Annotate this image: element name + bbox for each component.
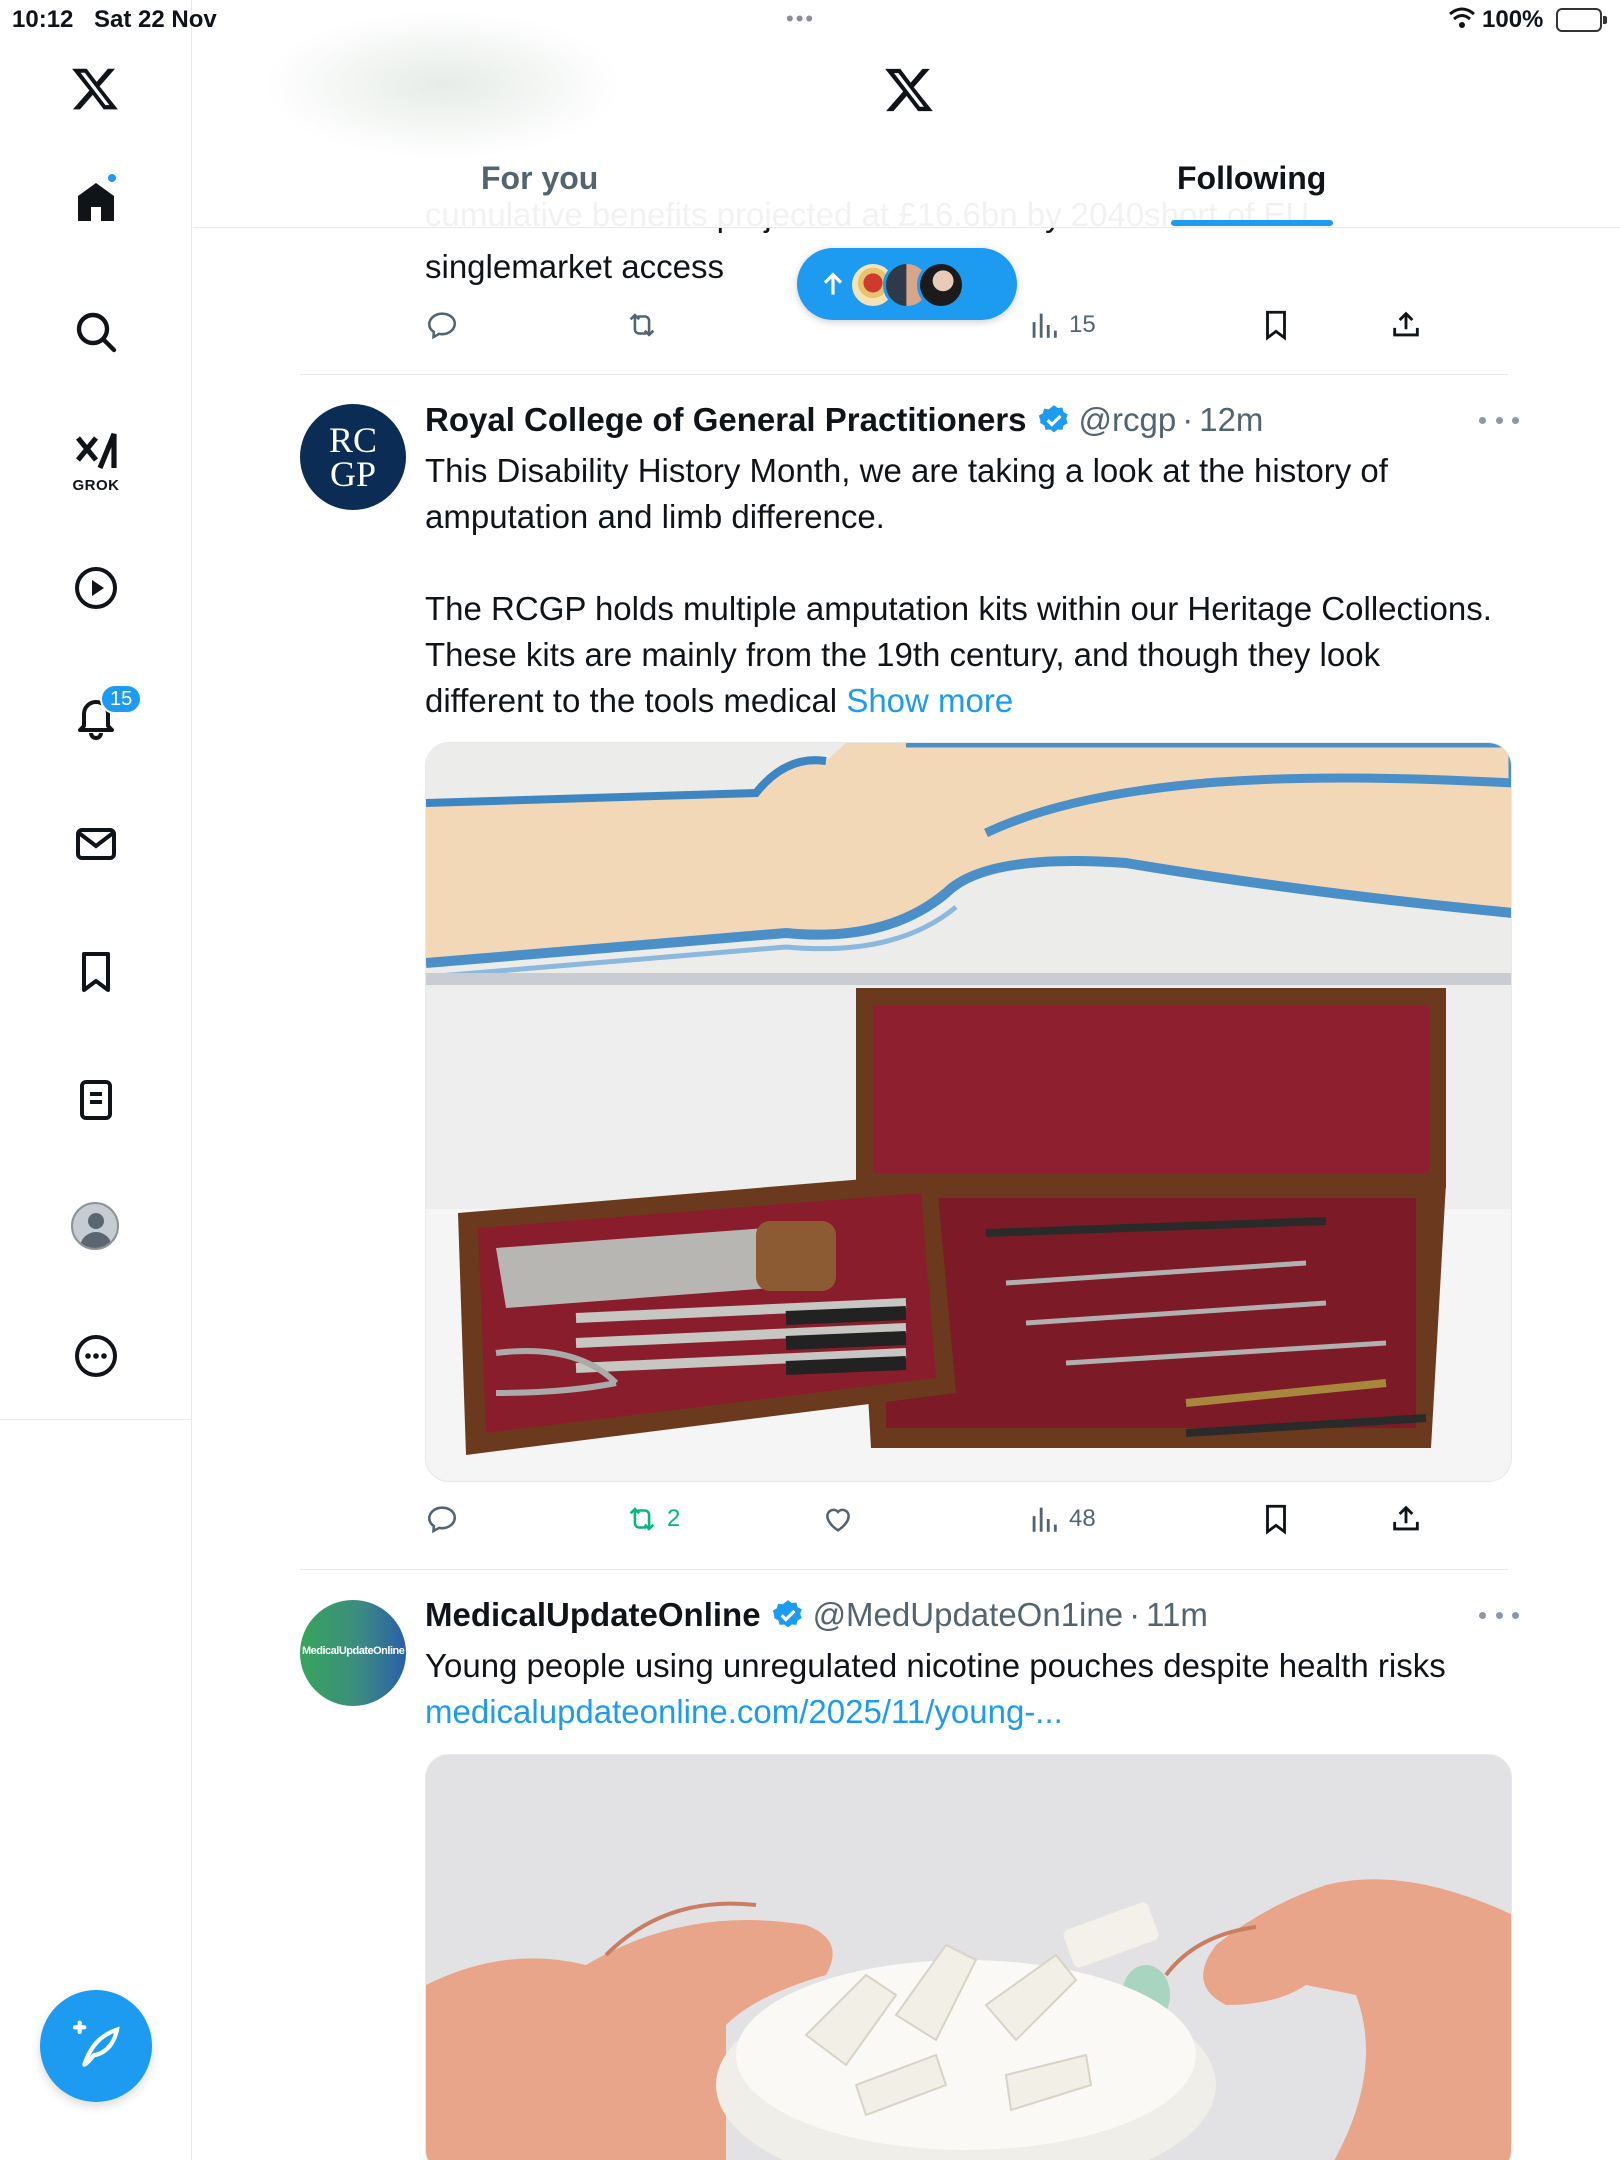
- show-more-link[interactable]: Show more: [846, 682, 1013, 719]
- tweet-actions: 2 48: [425, 1502, 1425, 1542]
- arrow-up-icon: [823, 272, 843, 295]
- separator-dot: ·: [1129, 1596, 1141, 1633]
- like-button[interactable]: [821, 1502, 855, 1536]
- views-icon: [1032, 1507, 1057, 1532]
- retweet-button[interactable]: 2: [625, 1502, 680, 1536]
- retweet-button[interactable]: [625, 308, 659, 342]
- tweet-image[interactable]: [425, 742, 1512, 1482]
- retweet-icon: [629, 313, 655, 337]
- separator-dot: ·: [1182, 401, 1194, 438]
- list-icon: [80, 1080, 112, 1120]
- avatar-text: RC: [328, 420, 378, 460]
- sidebar-item-grok[interactable]: [66, 422, 126, 482]
- amputation-kit-photo: [426, 743, 1511, 1481]
- views-icon: [1032, 313, 1057, 338]
- reply-icon: [427, 312, 457, 340]
- verified-badge-icon: [772, 1600, 802, 1628]
- mail-icon: [76, 828, 116, 860]
- new-posts-pill[interactable]: [797, 248, 1017, 320]
- heart-icon: [826, 1508, 850, 1532]
- tweet-time[interactable]: 12m: [1199, 401, 1263, 439]
- bookmark-button[interactable]: [1259, 308, 1293, 342]
- home-icon: [78, 183, 114, 221]
- share-button[interactable]: [1389, 308, 1423, 342]
- sidebar-item-bookmarks[interactable]: [66, 942, 126, 1002]
- x-logo-icon[interactable]: [883, 64, 935, 116]
- tweet-link[interactable]: medicalupdateonline.com/2025/11/young-..…: [425, 1689, 1505, 1735]
- tweet-header: MedicalUpdateOnline @MedUpdateOn1ine · 1…: [425, 1593, 1208, 1637]
- tab-following[interactable]: Following: [1177, 160, 1326, 197]
- timeline[interactable]: cumulative benefits projected at £16.6bn…: [193, 0, 1620, 2160]
- status-bar: 10:12 Sat 22 Nov ••• 100% ⚡: [0, 0, 1620, 40]
- bookmark-icon: [82, 952, 110, 992]
- home-unread-dot: [106, 172, 118, 184]
- play-icon: [75, 567, 117, 609]
- tweet-paragraph: Young people using unregulated nicotine …: [425, 1647, 1446, 1684]
- verified-badge-icon: [1038, 405, 1068, 433]
- sidebar: GROK 15: [0, 0, 192, 2160]
- avatar[interactable]: MedicalUpdateOnline: [300, 1600, 406, 1706]
- multitasking-dots-icon[interactable]: •••: [786, 6, 815, 32]
- tweet-image[interactable]: [425, 1754, 1512, 2160]
- tweet-time[interactable]: 11m: [1146, 1596, 1208, 1634]
- compose-icon: [72, 2020, 120, 2067]
- avatar[interactable]: RC GP: [300, 404, 406, 510]
- views-button[interactable]: 48: [1027, 1502, 1096, 1536]
- tweet-divider: [300, 1569, 1508, 1570]
- avatar: [917, 261, 965, 309]
- sidebar-item-search[interactable]: [66, 302, 126, 362]
- sidebar-item-more[interactable]: [66, 1326, 126, 1386]
- sidebar-divider: [0, 1419, 192, 1420]
- x-logo-icon[interactable]: [70, 64, 120, 114]
- sidebar-item-profile[interactable]: [71, 1202, 119, 1250]
- tweet-text: singlemarket access: [425, 248, 724, 285]
- author-handle[interactable]: @rcgp: [1079, 401, 1177, 439]
- nicotine-pouches-photo: [426, 1755, 1511, 2160]
- avatar-text: GP: [329, 454, 377, 494]
- tweet-divider: [300, 374, 1508, 375]
- tab-for-you[interactable]: For you: [481, 160, 598, 197]
- retweet-count: 2: [667, 1505, 681, 1532]
- more-options-icon[interactable]: [1479, 1605, 1519, 1625]
- tweet-text: This Disability History Month, we are ta…: [425, 448, 1505, 724]
- bookmark-button[interactable]: [1259, 1502, 1293, 1536]
- more-icon: [75, 1335, 117, 1377]
- tweet-paragraph: This Disability History Month, we are ta…: [425, 452, 1388, 535]
- sidebar-item-label: GROK: [72, 477, 120, 494]
- status-time: 10:12: [12, 6, 74, 33]
- share-icon: [1393, 311, 1419, 337]
- sidebar-item-lists[interactable]: [66, 1070, 126, 1130]
- sidebar-item-videos[interactable]: [66, 558, 126, 618]
- battery-icon: ⚡: [1556, 8, 1607, 32]
- battery-percent: 100%: [1482, 6, 1544, 33]
- bookmark-icon: [1266, 1504, 1286, 1535]
- notification-count-badge: 15: [100, 684, 143, 714]
- tweet-header: Royal College of General Practitioners @…: [425, 398, 1263, 442]
- reply-button[interactable]: [425, 1502, 459, 1536]
- author-name[interactable]: Royal College of General Practitioners: [425, 401, 1027, 439]
- grok-icon: [75, 433, 117, 469]
- author-name[interactable]: MedicalUpdateOnline: [425, 1596, 761, 1634]
- views-button[interactable]: 15: [1027, 308, 1096, 342]
- tweet-text: Young people using unregulated nicotine …: [425, 1643, 1505, 1735]
- reply-icon: [427, 1506, 457, 1534]
- author-handle[interactable]: @MedUpdateOn1ine: [813, 1596, 1124, 1634]
- share-button[interactable]: [1389, 1502, 1423, 1536]
- active-tab-indicator: [1171, 220, 1333, 226]
- views-count: 48: [1069, 1505, 1096, 1532]
- views-count: 15: [1069, 311, 1096, 338]
- avatar-icon: [88, 1213, 104, 1229]
- avatar-text: MedicalUpdateOnline: [302, 1645, 405, 1657]
- retweet-icon: [629, 1507, 655, 1531]
- bookmark-icon: [1266, 310, 1286, 341]
- compose-button[interactable]: [40, 1990, 152, 2102]
- wifi-icon: [1448, 4, 1476, 39]
- status-date: Sat 22 Nov: [94, 6, 217, 33]
- share-icon: [1393, 1505, 1419, 1531]
- sidebar-item-messages[interactable]: [66, 814, 126, 874]
- more-options-icon[interactable]: [1479, 410, 1519, 430]
- reply-button[interactable]: [425, 308, 459, 342]
- search-icon: [76, 312, 117, 353]
